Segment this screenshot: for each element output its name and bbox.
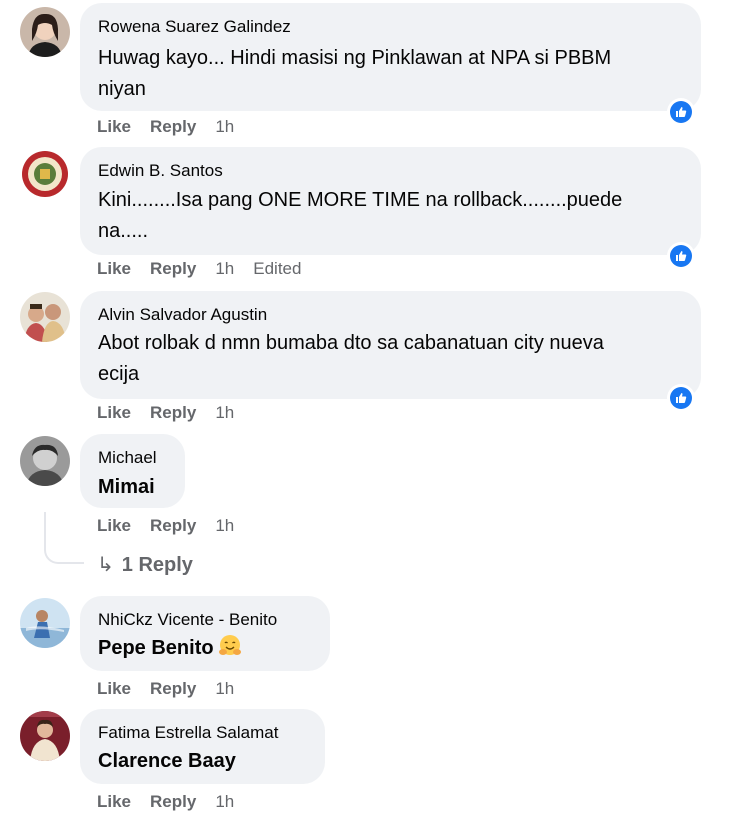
avatar[interactable] — [20, 598, 70, 648]
comment-author[interactable]: NhiCkz Vicente - Benito — [98, 610, 277, 630]
comment-text: Huwag kayo... Hindi masisi ng Pinklawan … — [98, 47, 612, 100]
comment-author[interactable]: Michael — [98, 448, 157, 468]
thumbs-up-icon — [676, 107, 687, 117]
comment-text: Clarence Baay — [98, 750, 236, 772]
comment-text: Pepe Benito — [98, 633, 242, 664]
comment-actions: Like Reply 1h — [97, 792, 253, 812]
comment-text: Kini........Isa pang ONE MORE TIME na ro… — [98, 189, 623, 242]
avatar[interactable] — [20, 436, 70, 486]
reply-link[interactable]: Reply — [150, 792, 196, 812]
comment-actions: Like Reply 1h — [97, 679, 253, 699]
comment-text: Abot rolbak d nmn bumaba dto sa cabanatu… — [98, 332, 604, 385]
like-link[interactable]: Like — [97, 516, 131, 536]
timestamp[interactable]: 1h — [215, 403, 234, 423]
avatar[interactable] — [20, 149, 70, 199]
reply-link[interactable]: Reply — [150, 516, 196, 536]
comment-bubble: NhiCkz Vicente - Benito Pepe Benito — [80, 596, 330, 671]
comment-bubble: Fatima Estrella Salamat Clarence Baay — [80, 709, 325, 784]
comment-actions: Like Reply 1h — [97, 117, 253, 137]
comment-bubble: Edwin B. Santos Kini........Isa pang ONE… — [80, 147, 701, 255]
edited-label[interactable]: Edited — [253, 259, 301, 279]
like-link[interactable]: Like — [97, 117, 131, 137]
comment-bubble: Michael Mimai — [80, 434, 185, 508]
like-link[interactable]: Like — [97, 792, 131, 812]
reply-link[interactable]: Reply — [150, 403, 196, 423]
avatar[interactable] — [20, 292, 70, 342]
thread-connector — [44, 512, 84, 564]
like-reaction-badge[interactable] — [667, 98, 695, 126]
comment-text: Mimai — [98, 476, 155, 498]
like-reaction-badge[interactable] — [667, 384, 695, 412]
avatar[interactable] — [20, 7, 70, 57]
comment-author[interactable]: Edwin B. Santos — [98, 161, 223, 181]
comment-author[interactable]: Rowena Suarez Galindez — [98, 17, 291, 37]
timestamp[interactable]: 1h — [215, 259, 234, 279]
like-link[interactable]: Like — [97, 679, 131, 699]
timestamp[interactable]: 1h — [215, 679, 234, 699]
timestamp[interactable]: 1h — [215, 792, 234, 812]
reply-link[interactable]: Reply — [150, 679, 196, 699]
reply-link[interactable]: Reply — [150, 259, 196, 279]
like-link[interactable]: Like — [97, 403, 131, 423]
comment-actions: Like Reply 1h — [97, 516, 253, 536]
like-link[interactable]: Like — [97, 259, 131, 279]
comment-actions: Like Reply 1h — [97, 403, 253, 423]
timestamp[interactable]: 1h — [215, 516, 234, 536]
comment-author[interactable]: Alvin Salvador Agustin — [98, 305, 267, 325]
like-reaction-badge[interactable] — [667, 242, 695, 270]
view-replies-label: 1 Reply — [121, 554, 193, 576]
hugging-face-emoji-icon — [218, 635, 241, 655]
reply-arrow-icon: ↳ — [97, 554, 114, 576]
timestamp[interactable]: 1h — [215, 117, 234, 137]
thumbs-up-icon — [676, 251, 687, 261]
thumbs-up-icon — [676, 393, 687, 403]
comment-bubble: Alvin Salvador Agustin Abot rolbak d nmn… — [80, 291, 701, 399]
avatar[interactable] — [20, 711, 70, 761]
comment-author[interactable]: Fatima Estrella Salamat — [98, 723, 278, 743]
reply-link[interactable]: Reply — [150, 117, 196, 137]
comment-actions: Like Reply 1h Edited — [97, 259, 320, 279]
view-replies-link[interactable]: ↳ 1 Reply — [97, 552, 193, 577]
comment-bubble: Rowena Suarez Galindez Huwag kayo... Hin… — [80, 3, 701, 111]
